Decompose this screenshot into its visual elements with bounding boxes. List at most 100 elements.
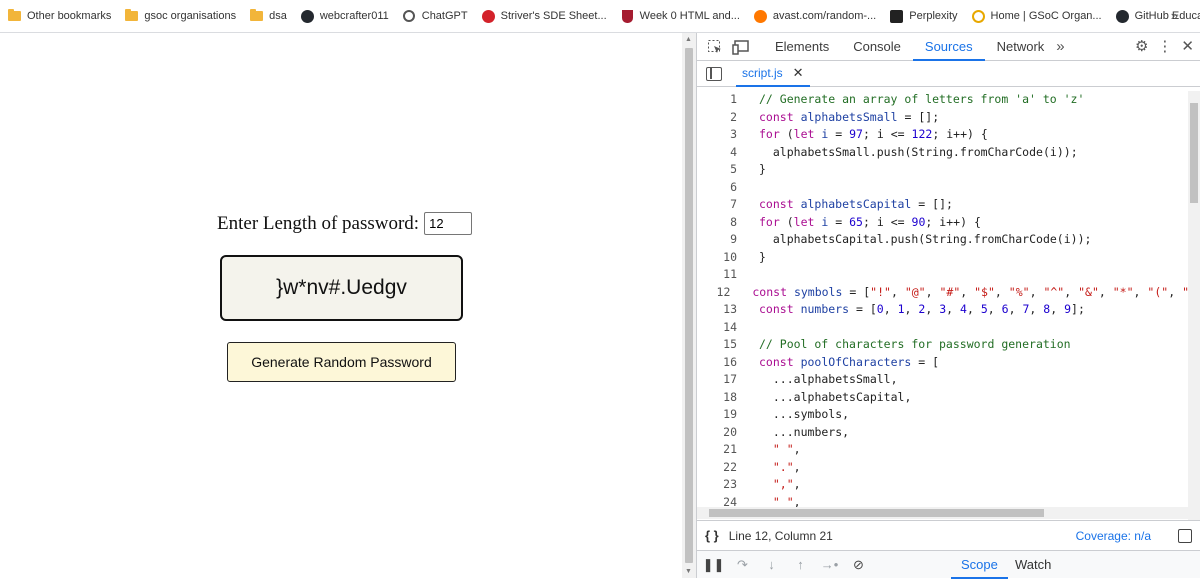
settings-gear-icon[interactable]: ⚙ — [1135, 37, 1148, 55]
close-file-tab-icon[interactable]: ✕ — [793, 60, 804, 86]
toggle-debugger-icon[interactable] — [1178, 528, 1192, 543]
bookmark-label: webcrafter011 — [319, 10, 389, 22]
line-number[interactable]: 18 — [697, 389, 737, 407]
code-line[interactable]: 8 for (let i = 65; i <= 90; i++) { — [697, 214, 1189, 232]
code-line[interactable]: 17 ...alphabetsSmall, — [697, 371, 1189, 389]
scroll-down-icon[interactable]: ▼ — [685, 568, 692, 575]
editor-vscroll-thumb[interactable] — [1190, 103, 1198, 203]
line-number[interactable]: 14 — [697, 319, 737, 337]
bookmark-item[interactable]: ChatGPT — [403, 10, 468, 23]
code-line[interactable]: 14 — [697, 319, 1189, 337]
pretty-print-icon[interactable]: { } — [705, 528, 719, 543]
step-out-icon[interactable]: ↑ — [786, 557, 815, 572]
line-number[interactable]: 20 — [697, 424, 737, 442]
code-line[interactable]: 11 — [697, 266, 1189, 284]
line-number[interactable]: 15 — [697, 336, 737, 354]
code-line[interactable]: 12 const symbols = ["!", "@", "#", "$", "… — [697, 284, 1189, 302]
tab-console[interactable]: Console — [841, 33, 913, 61]
code-line[interactable]: 10} — [697, 249, 1189, 267]
code-text: const numbers = [0, 1, 2, 3, 4, 5, 6, 7,… — [759, 302, 1085, 316]
bookmark-item[interactable]: gsoc organisations — [125, 9, 236, 23]
pause-icon[interactable]: ❚❚ — [699, 557, 728, 573]
bookmarks-overflow-button[interactable]: » — [1171, 8, 1178, 23]
code-line[interactable]: 4 alphabetsSmall.push(String.fromCharCod… — [697, 144, 1189, 162]
page-scroll-thumb[interactable] — [685, 48, 693, 563]
close-devtools-icon[interactable]: ✕ — [1181, 37, 1194, 55]
code-text: ".", — [772, 459, 801, 474]
generate-password-button[interactable]: Generate Random Password — [227, 342, 456, 382]
bookmark-item[interactable]: Striver's SDE Sheet... — [481, 9, 607, 23]
line-number[interactable]: 1 — [697, 91, 737, 109]
scroll-up-icon[interactable]: ▲ — [685, 36, 692, 43]
tab-elements[interactable]: Elements — [763, 33, 841, 61]
code-line[interactable]: 23 ",", — [697, 476, 1189, 494]
line-number[interactable]: 12 — [697, 284, 731, 302]
github-icon — [1115, 9, 1129, 23]
editor-vertical-scrollbar[interactable] — [1188, 91, 1200, 551]
line-number[interactable]: 16 — [697, 354, 737, 372]
bookmark-item[interactable]: avast.com/random-... — [753, 9, 876, 23]
more-options-icon[interactable]: ⋮ — [1157, 37, 1172, 55]
code-line[interactable]: 20 ...numbers, — [697, 424, 1189, 442]
line-number[interactable]: 8 — [697, 214, 737, 232]
code-line[interactable]: 18 ...alphabetsCapital, — [697, 389, 1189, 407]
code-line[interactable]: 9 alphabetsCapital.push(String.fromCharC… — [697, 231, 1189, 249]
toggle-navigator-icon[interactable] — [706, 66, 722, 81]
code-line[interactable]: 1 // Generate an array of letters from 'a… — [697, 91, 1189, 109]
deactivate-breakpoints-icon[interactable]: ⊘ — [844, 557, 873, 573]
code-editor[interactable]: 1 // Generate an array of letters from 'a… — [697, 91, 1189, 536]
more-tabs-icon[interactable]: » — [1056, 38, 1064, 55]
line-number[interactable]: 19 — [697, 406, 737, 424]
page-scrollbar[interactable]: ▲ ▼ — [682, 33, 696, 578]
code-line[interactable]: 15 // Pool of characters for password gen… — [697, 336, 1189, 354]
step-into-icon[interactable]: ↓ — [757, 557, 786, 572]
line-number[interactable]: 10 — [697, 249, 737, 267]
code-line[interactable]: 19 ...symbols, — [697, 406, 1189, 424]
inspect-element-icon[interactable] — [705, 37, 725, 57]
code-line[interactable]: 2 const alphabetsSmall = []; — [697, 109, 1189, 127]
code-line[interactable]: 3 for (let i = 97; i <= 122; i++) { — [697, 126, 1189, 144]
length-row: Enter Length of password: — [217, 212, 473, 235]
coverage-link[interactable]: Coverage: n/a — [1076, 529, 1151, 543]
line-number[interactable]: 2 — [697, 109, 737, 127]
line-number[interactable]: 13 — [697, 301, 737, 319]
line-number[interactable]: 23 — [697, 476, 737, 494]
tab-scope[interactable]: Scope — [951, 551, 1008, 579]
line-number[interactable]: 7 — [697, 196, 737, 214]
bookmark-item[interactable]: GitHub Education — [1115, 9, 1200, 23]
code-line[interactable]: 7 const alphabetsCapital = []; — [697, 196, 1189, 214]
line-number[interactable]: 3 — [697, 126, 737, 144]
code-line[interactable]: 5} — [697, 161, 1189, 179]
bookmark-item[interactable]: dsa — [250, 9, 287, 23]
device-toolbar-icon[interactable] — [731, 37, 751, 57]
line-number[interactable]: 11 — [697, 266, 737, 284]
line-number[interactable]: 17 — [697, 371, 737, 389]
line-number[interactable]: 5 — [697, 161, 737, 179]
code-line[interactable]: 6 — [697, 179, 1189, 197]
line-number[interactable]: 6 — [697, 179, 737, 197]
bookmark-item[interactable]: webcrafter011 — [300, 9, 389, 23]
line-number[interactable]: 22 — [697, 459, 737, 477]
bookmark-item[interactable]: Home | GSoC Organ... — [971, 9, 1102, 23]
length-input[interactable] — [424, 212, 473, 235]
tab-watch[interactable]: Watch — [1005, 551, 1061, 579]
file-tab-script[interactable]: script.js ✕ — [736, 61, 810, 87]
bookmark-item[interactable]: Perplexity — [890, 9, 958, 23]
bookmark-item[interactable]: Week 0 HTML and... — [621, 9, 740, 23]
editor-horizontal-scrollbar[interactable] — [697, 507, 1189, 519]
tab-sources[interactable]: Sources — [912, 33, 985, 61]
code-line[interactable]: 16 const poolOfCharacters = [ — [697, 354, 1189, 372]
editor-hscroll-thumb[interactable] — [709, 509, 1044, 517]
code-line[interactable]: 13 const numbers = [0, 1, 2, 3, 4, 5, 6, … — [697, 301, 1189, 319]
code-line[interactable]: 22 ".", — [697, 459, 1189, 477]
code-text: ...numbers, — [772, 424, 850, 439]
code-text: const poolOfCharacters = [ — [759, 354, 940, 369]
step-over-icon[interactable]: ↷ — [728, 557, 757, 573]
code-line[interactable]: 21 " ", — [697, 441, 1189, 459]
line-number[interactable]: 4 — [697, 144, 737, 162]
line-number[interactable]: 9 — [697, 231, 737, 249]
tab-network[interactable]: Network — [985, 33, 1057, 61]
step-icon[interactable]: →• — [815, 557, 844, 572]
line-number[interactable]: 21 — [697, 441, 737, 459]
bookmark-item[interactable]: Other bookmarks — [8, 9, 111, 23]
